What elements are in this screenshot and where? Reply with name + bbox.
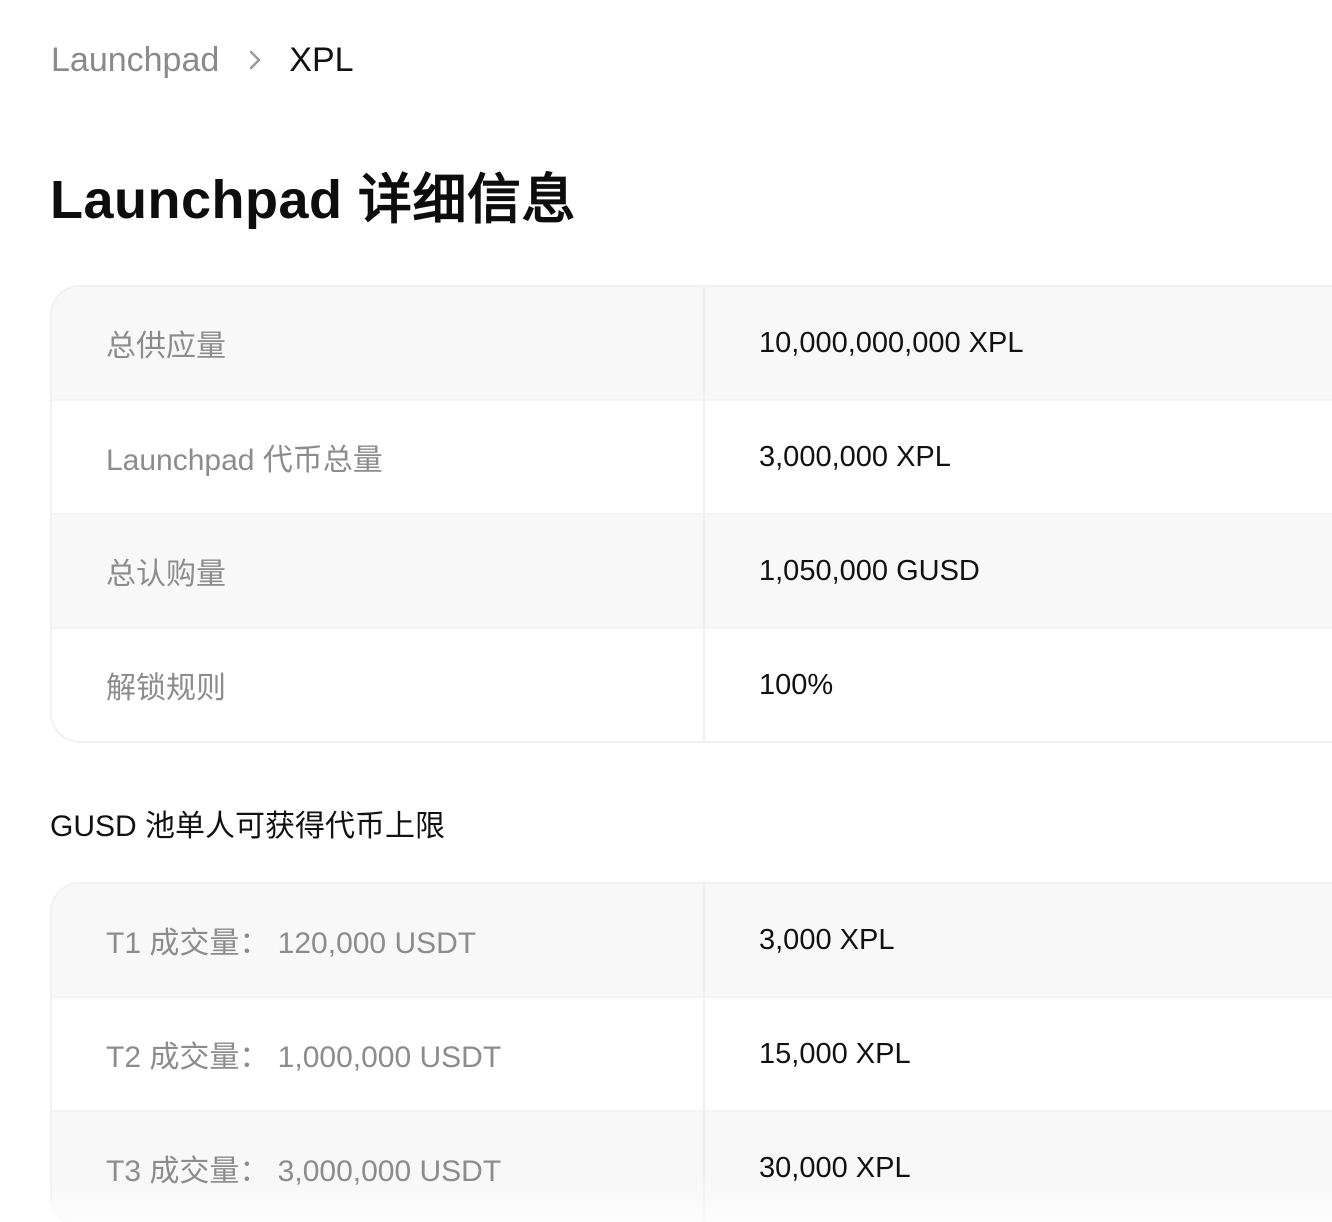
table-row: 总认购量 1,050,000 GUSD [52, 513, 1332, 627]
chevron-right-icon [243, 48, 267, 72]
table-row: 总供应量 10,000,000,000 XPL [52, 287, 1332, 399]
breadcrumb-link-launchpad[interactable]: Launchpad [51, 41, 219, 80]
pool-section-title: GUSD 池单人可获得代币上限 [50, 810, 446, 843]
tier-1-value: 3,000 XPL [759, 923, 895, 956]
table-row: Launchpad 代币总量 3,000,000 XPL [52, 399, 1332, 513]
launchpad-detail-page: Launchpad XPL Launchpad 详细信息 总供应量 10,000… [0, 0, 1332, 1222]
unlock-rule-label: 解锁规则 [52, 629, 705, 741]
total-subscription-label: 总认购量 [52, 515, 705, 627]
total-supply-value: 10,000,000,000 XPL [759, 326, 1024, 359]
table-row: T2 成交量： 1,000,000 USDT 15,000 XPL [52, 996, 1332, 1110]
launchpad-token-total-value: 3,000,000 XPL [759, 440, 951, 473]
breadcrumb: Launchpad XPL [51, 38, 354, 82]
pool-tier-table: T1 成交量： 120,000 USDT 3,000 XPL T2 成交量： 1… [50, 882, 1332, 1222]
tier-3-label: T3 成交量： 3,000,000 USDT [52, 1112, 705, 1222]
unlock-rule-value: 100% [759, 668, 834, 701]
total-supply-label: 总供应量 [52, 287, 705, 399]
breadcrumb-current: XPL [289, 40, 354, 79]
tier-2-label: T2 成交量： 1,000,000 USDT [52, 998, 705, 1110]
page-title: Launchpad 详细信息 [50, 170, 577, 230]
total-subscription-value: 1,050,000 GUSD [759, 554, 980, 587]
table-row: 解锁规则 100% [52, 627, 1332, 741]
tier-3-value: 30,000 XPL [759, 1151, 911, 1184]
table-row: T1 成交量： 120,000 USDT 3,000 XPL [52, 884, 1332, 996]
table-row: T3 成交量： 3,000,000 USDT 30,000 XPL [52, 1110, 1332, 1222]
tier-1-label: T1 成交量： 120,000 USDT [52, 884, 705, 996]
tier-2-value: 15,000 XPL [759, 1037, 911, 1070]
launchpad-token-total-label: Launchpad 代币总量 [52, 401, 705, 513]
launchpad-details-table: 总供应量 10,000,000,000 XPL Launchpad 代币总量 3… [50, 285, 1332, 743]
